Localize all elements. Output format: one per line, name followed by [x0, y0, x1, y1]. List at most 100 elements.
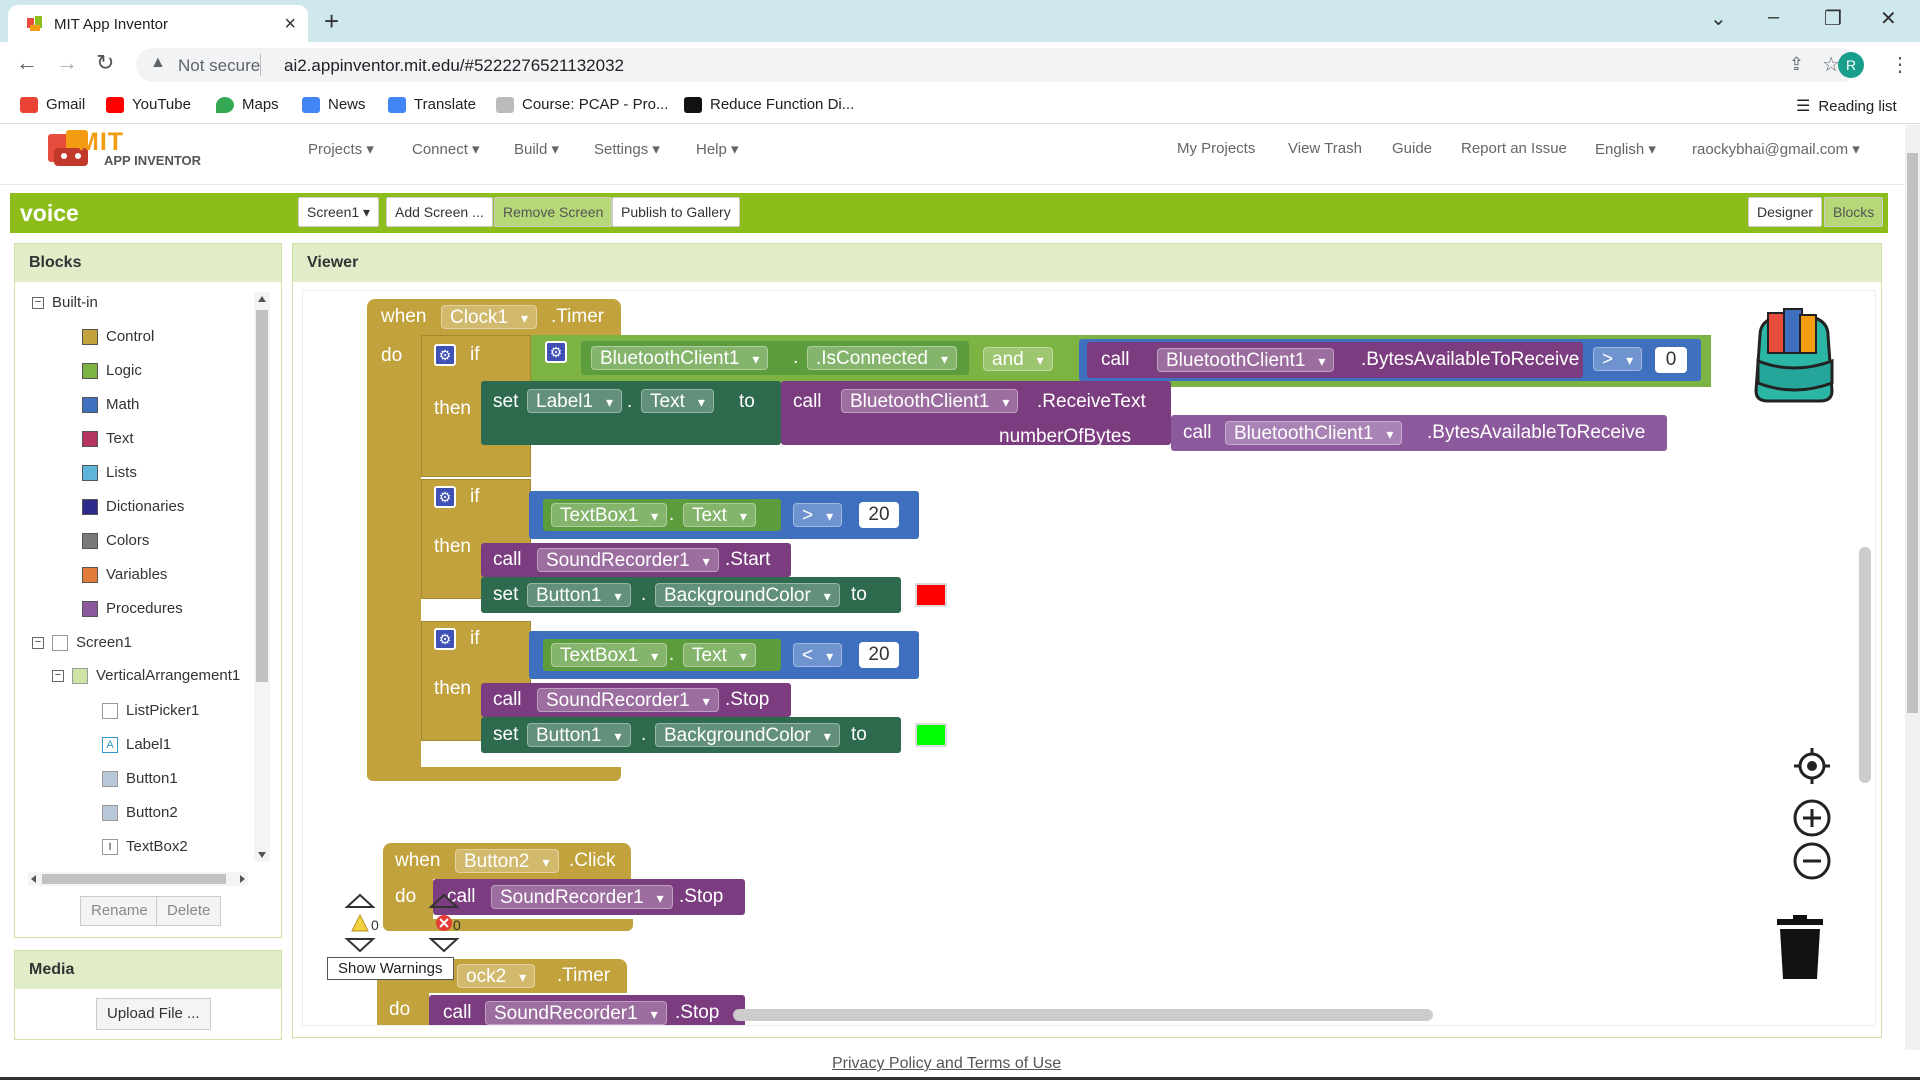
reload-icon[interactable]: ↻ [96, 50, 114, 76]
tree-builtin[interactable]: − Built-in [32, 294, 98, 311]
menu-settings[interactable]: Settings ▾ [594, 140, 660, 158]
menu-report-issue[interactable]: Report an Issue [1461, 140, 1567, 157]
rename-button[interactable]: Rename [80, 896, 159, 926]
gt-dropdown[interactable]: > [1593, 347, 1643, 372]
category-logic[interactable]: Logic [82, 362, 142, 379]
menu-build[interactable]: Build ▾ [514, 140, 559, 158]
show-warnings-button[interactable]: Show Warnings [327, 957, 454, 980]
button1-dropdown[interactable]: Button1 [527, 723, 631, 748]
menu-connect[interactable]: Connect ▾ [412, 140, 480, 158]
bookmark-course[interactable]: Course: PCAP - Pro... [496, 96, 668, 113]
close-tab-icon[interactable]: × [284, 13, 296, 36]
back-icon[interactable]: ← [16, 50, 38, 76]
soundrecorder1-dropdown[interactable]: SoundRecorder1 [485, 1001, 667, 1025]
textbox1-text-getter[interactable]: TextBox1 . Text [543, 499, 781, 531]
text-property-dropdown[interactable]: Text [641, 389, 714, 414]
upload-file-button[interactable]: Upload File ... [96, 998, 211, 1030]
bluetoothclient1-dropdown[interactable]: BluetoothClient1 [1225, 421, 1403, 446]
tree-label1[interactable]: A Label1 [102, 736, 171, 753]
menu-view-trash[interactable]: View Trash [1288, 140, 1362, 157]
button1-dropdown[interactable]: Button1 [527, 583, 631, 608]
collapse-icon[interactable]: − [32, 296, 44, 309]
category-procedures[interactable]: Procedures [82, 600, 183, 617]
bluetooth-isconnected-block[interactable]: BluetoothClient1 . .IsConnected [581, 341, 969, 375]
compare-gt-block[interactable]: call BluetoothClient1 .BytesAvailableToR… [1079, 339, 1701, 381]
recenter-icon[interactable] [1792, 746, 1832, 786]
menu-projects[interactable]: Projects ▾ [308, 140, 374, 158]
color-red-block[interactable] [915, 583, 947, 607]
textbox1-dropdown[interactable]: TextBox1 [551, 643, 668, 668]
zoom-out-icon[interactable] [1792, 841, 1832, 881]
call-recorder-stop-block[interactable]: call SoundRecorder1 .Stop [481, 683, 791, 717]
category-lists[interactable]: Lists [82, 464, 137, 481]
call-bytes-available-block[interactable]: call BluetoothClient1 .BytesAvailableToR… [1087, 342, 1583, 378]
event-block-button2-click[interactable]: when Button2 .Click [383, 843, 631, 879]
profile-avatar[interactable]: R [1838, 52, 1864, 78]
designer-button[interactable]: Designer [1748, 197, 1823, 227]
label1-dropdown[interactable]: Label1 [527, 389, 623, 414]
bookmark-translate[interactable]: Translate [388, 96, 476, 113]
isconnected-dropdown[interactable]: .IsConnected [807, 346, 957, 371]
tree-textbox2[interactable]: I TextBox2 [102, 838, 188, 855]
bluetoothclient1-dropdown[interactable]: BluetoothClient1 [591, 346, 769, 371]
tree-vertical-scrollbar[interactable] [254, 292, 270, 862]
text-property-dropdown[interactable]: Text [683, 503, 756, 528]
close-window-icon[interactable]: ✕ [1880, 6, 1897, 31]
reading-list[interactable]: ☰ Reading list [1796, 96, 1897, 116]
blocks-workspace[interactable]: when Clock1 .Timer do ⚙ if then ⚙ Blueto… [302, 290, 1876, 1026]
menu-account[interactable]: raockybhai@gmail.com ▾ [1692, 140, 1860, 158]
gear-icon[interactable]: ⚙ [434, 344, 456, 366]
category-control[interactable]: Control [82, 328, 154, 345]
textbox1-dropdown[interactable]: TextBox1 [551, 503, 668, 528]
bookmark-maps[interactable]: Maps [216, 96, 279, 113]
call-bytes-available-block-2[interactable]: call BluetoothClient1 .BytesAvailableToR… [1171, 415, 1667, 451]
set-button1-bgcolor-green[interactable]: set Button1 . BackgroundColor to [481, 717, 901, 753]
and-block[interactable]: ⚙ BluetoothClient1 . .IsConnected and ca… [531, 335, 1711, 387]
color-green-block[interactable] [915, 723, 947, 747]
minimize-icon[interactable]: – [1768, 6, 1779, 29]
textbox1-text-getter[interactable]: TextBox1 . Text [543, 639, 781, 671]
call-recorder-start-block[interactable]: call SoundRecorder1 .Start [481, 543, 791, 577]
add-screen-button[interactable]: Add Screen ... [386, 197, 493, 227]
new-tab-icon[interactable]: + [324, 6, 339, 37]
screen-select[interactable]: Screen1 ▾ [298, 197, 380, 227]
category-math[interactable]: Math [82, 396, 139, 413]
number-zero[interactable]: 0 [1655, 347, 1687, 373]
backpack-icon[interactable] [1740, 305, 1848, 405]
tree-vertical-arrangement[interactable]: − VerticalArrangement1 [52, 667, 240, 684]
restore-icon[interactable]: ❐ [1824, 6, 1842, 31]
forward-icon[interactable]: → [56, 50, 78, 76]
soundrecorder1-dropdown[interactable]: SoundRecorder1 [537, 688, 719, 713]
backgroundcolor-dropdown[interactable]: BackgroundColor [655, 723, 840, 748]
clock1-dropdown[interactable]: Clock1 [441, 305, 538, 330]
gear-icon[interactable]: ⚙ [434, 486, 456, 508]
button2-dropdown[interactable]: Button2 [455, 849, 559, 874]
menu-help[interactable]: Help ▾ [696, 140, 739, 158]
page-scrollbar[interactable] [1905, 125, 1920, 1050]
privacy-policy-link[interactable]: Privacy Policy and Terms of Use [832, 1055, 1061, 1073]
lt-dropdown[interactable]: < [793, 643, 843, 668]
bluetoothclient1-dropdown[interactable]: BluetoothClient1 [841, 389, 1019, 414]
number-twenty[interactable]: 20 [859, 502, 899, 528]
soundrecorder1-dropdown[interactable]: SoundRecorder1 [537, 548, 719, 573]
tree-screen1[interactable]: − Screen1 [32, 634, 132, 651]
call-recorder-stop-block-2[interactable]: call SoundRecorder1 .Stop [433, 879, 745, 915]
number-twenty[interactable]: 20 [859, 642, 899, 668]
event-block-clock1-timer[interactable]: when Clock1 .Timer [367, 299, 621, 335]
menu-guide[interactable]: Guide [1392, 140, 1432, 157]
tree-horizontal-scrollbar[interactable] [28, 872, 248, 886]
bookmark-reduce[interactable]: Reduce Function Di... [684, 96, 854, 113]
gear-icon[interactable]: ⚙ [434, 628, 456, 650]
workspace-horizontal-scrollbar[interactable] [733, 1009, 1433, 1021]
clock2-dropdown[interactable]: ock2 [457, 964, 536, 989]
and-dropdown[interactable]: and [983, 347, 1053, 372]
tab-search-icon[interactable]: ⌄ [1710, 6, 1727, 31]
share-icon[interactable]: ⇪ [1789, 54, 1804, 75]
tree-listpicker1[interactable]: ListPicker1 [102, 702, 199, 719]
blocks-button[interactable]: Blocks [1824, 197, 1884, 227]
bookmark-youtube[interactable]: YouTube [106, 96, 191, 113]
address-bar[interactable]: ▲ Not secure ai2.appinventor.mit.edu/#52… [136, 48, 1858, 82]
call-receive-text-block[interactable]: call BluetoothClient1 .ReceiveText numbe… [781, 381, 1171, 447]
collapse-icon[interactable]: − [32, 636, 44, 649]
soundrecorder1-dropdown[interactable]: SoundRecorder1 [491, 885, 673, 910]
